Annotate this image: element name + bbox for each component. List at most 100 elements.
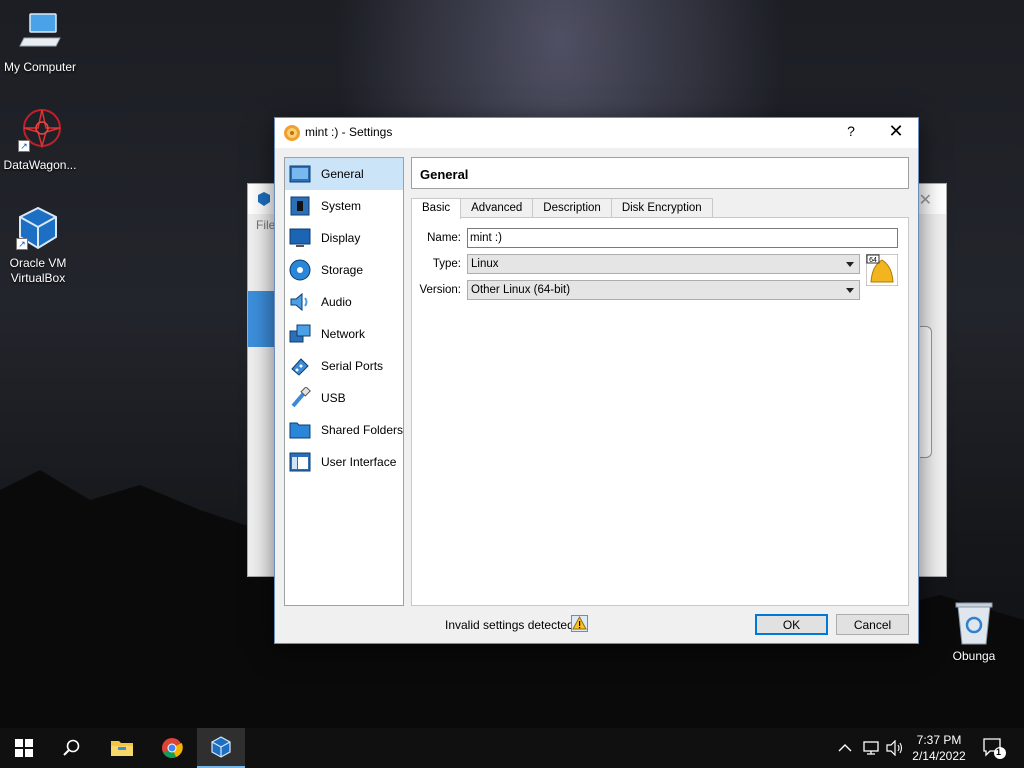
virtualbox-small-icon	[258, 192, 270, 206]
chevron-down-icon	[846, 262, 854, 267]
network-icon	[289, 324, 311, 343]
start-button[interactable]	[0, 728, 48, 768]
virtualbox-cube-icon: ↗	[14, 204, 62, 252]
network-status-icon	[863, 741, 879, 755]
desktop-icon-label: My Computer	[3, 60, 77, 74]
notification-count: 1	[996, 747, 1002, 757]
storage-disc-icon	[289, 259, 311, 281]
manager-preview-panel	[920, 326, 932, 458]
desktop-icon-label: Oracle VM VirtualBox	[9, 256, 67, 285]
category-usb[interactable]: USB	[285, 382, 403, 414]
recycle-bin-label: Obunga	[952, 649, 996, 663]
version-select[interactable]: Other Linux (64-bit)	[467, 280, 860, 300]
category-display[interactable]: Display	[285, 222, 403, 254]
ok-button[interactable]: OK	[755, 614, 828, 635]
dialog-title: mint :) - Settings	[305, 125, 393, 139]
category-label: Storage	[321, 263, 364, 277]
windows-logo-icon	[15, 739, 33, 757]
category-label: System	[321, 199, 362, 213]
desktop-icon-virtualbox[interactable]: ↗ Oracle VM VirtualBox	[0, 204, 78, 286]
manager-menu-file[interactable]: File	[256, 218, 275, 232]
dialog-titlebar: mint :) - Settings ? ✕	[275, 118, 918, 148]
user-interface-icon	[289, 452, 311, 472]
category-label: USB	[321, 391, 346, 405]
manager-close-icon[interactable]: ✕	[919, 190, 932, 210]
category-label: Network	[321, 327, 366, 341]
action-center-button[interactable]: 1	[982, 728, 1006, 768]
version-label: Version:	[419, 284, 461, 296]
desktop-icon-my-computer[interactable]: My Computer	[0, 8, 80, 74]
taskbar: 7:37 PM 2/14/2022 1	[0, 728, 1024, 768]
folder-icon	[111, 741, 133, 756]
category-label: Display	[321, 231, 361, 245]
tab-description[interactable]: Description	[532, 198, 612, 218]
name-input[interactable]	[467, 228, 898, 248]
category-serial-ports[interactable]: Serial Ports	[285, 350, 403, 382]
category-general[interactable]: General	[285, 158, 403, 190]
file-explorer-button[interactable]	[98, 728, 146, 768]
show-hidden-icons-chevron[interactable]	[838, 728, 852, 768]
type-select-value: Linux	[471, 258, 499, 270]
settings-tabs: Basic Advanced Description Disk Encrypti…	[411, 198, 713, 219]
version-select-value: Other Linux (64-bit)	[471, 284, 571, 296]
volume-tray-icon[interactable]	[886, 728, 904, 768]
clock-time: 7:37 PM	[916, 733, 962, 747]
search-button[interactable]	[48, 728, 96, 768]
category-label: User Interface	[321, 455, 397, 469]
help-button[interactable]: ?	[843, 123, 859, 139]
type-select[interactable]: Linux	[467, 254, 860, 274]
page-title: General	[411, 157, 909, 189]
close-button[interactable]: ✕	[885, 121, 907, 142]
shortcut-arrow-icon: ↗	[16, 238, 28, 250]
type-label: Type:	[432, 258, 461, 270]
name-label: Name:	[427, 232, 461, 244]
category-label: Serial Ports	[321, 359, 384, 373]
system-clock[interactable]: 7:37 PM 2/14/2022	[906, 732, 972, 764]
cancel-button[interactable]: Cancel	[836, 614, 909, 635]
usb-icon	[291, 387, 311, 408]
warning-icon[interactable]	[571, 615, 588, 632]
desktop-icon-recycle-bin[interactable]: Obunga	[944, 600, 1004, 663]
tab-advanced[interactable]: Advanced	[460, 198, 534, 218]
linux-os-icon: 64	[865, 253, 899, 287]
speaker-volume-icon	[886, 740, 903, 756]
os-icon-badge: 64	[869, 257, 877, 264]
general-icon	[289, 165, 311, 183]
chevron-down-icon	[846, 288, 854, 293]
chrome-icon	[162, 738, 183, 758]
folder-icon	[289, 422, 311, 439]
settings-gear-icon	[284, 125, 300, 141]
desktop-icon-datawagon[interactable]: ↗ DataWagon...	[0, 106, 80, 172]
virtualbox-taskbar-button[interactable]	[197, 728, 245, 768]
invalid-settings-text: Invalid settings detected	[445, 618, 574, 632]
tab-disk-encryption[interactable]: Disk Encryption	[610, 198, 713, 218]
basic-tab-panel: Name: Type: Linux Version: Other Linux (…	[411, 217, 909, 606]
category-shared-folders[interactable]: Shared Folders	[285, 414, 403, 446]
chrome-button[interactable]	[148, 728, 196, 768]
clock-date: 2/14/2022	[912, 749, 966, 763]
notification-icon	[983, 738, 1006, 759]
category-label: General	[321, 167, 364, 181]
display-monitor-icon	[289, 228, 311, 247]
search-icon	[63, 739, 80, 756]
tab-basic[interactable]: Basic	[411, 198, 462, 219]
datawagon-logo-icon: ↗	[16, 106, 64, 154]
network-tray-icon[interactable]	[862, 728, 880, 768]
category-storage[interactable]: Storage	[285, 254, 403, 286]
desktop-icon-label: DataWagon...	[3, 158, 77, 172]
category-label: Audio	[321, 295, 352, 309]
category-label: Shared Folders	[320, 423, 403, 437]
category-user-interface[interactable]: User Interface	[285, 446, 403, 478]
category-audio[interactable]: Audio	[285, 286, 403, 318]
system-chip-icon	[290, 196, 310, 216]
shortcut-arrow-icon: ↗	[18, 140, 30, 152]
chevron-up-icon	[838, 744, 852, 752]
category-system[interactable]: System	[285, 190, 403, 222]
virtualbox-cube-icon	[211, 736, 231, 758]
audio-speaker-icon	[290, 292, 308, 312]
computer-icon	[16, 8, 64, 56]
category-network[interactable]: Network	[285, 318, 403, 350]
settings-dialog: mint :) - Settings ? ✕ General System Di…	[274, 117, 919, 644]
serial-port-icon	[291, 358, 309, 376]
settings-category-list: General System Display Storage Audio Net…	[284, 157, 404, 606]
